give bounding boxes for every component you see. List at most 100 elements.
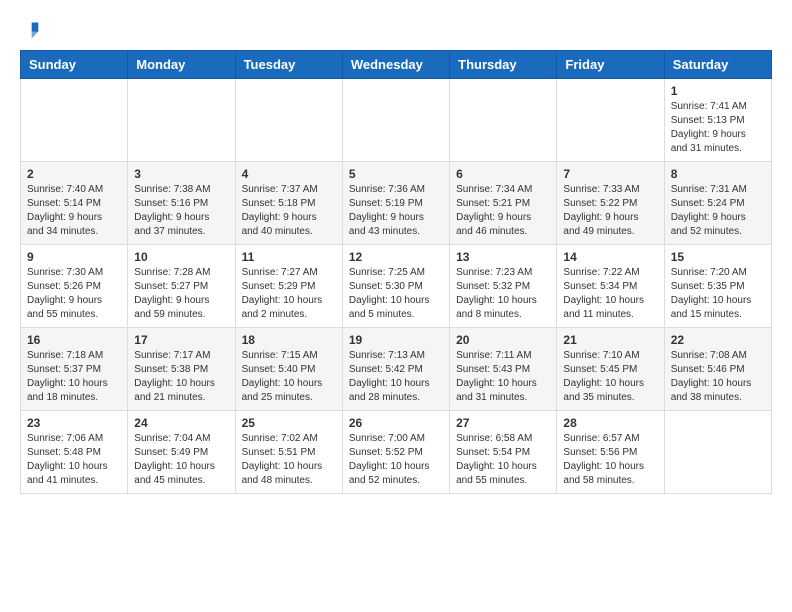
calendar-cell: 13 Sunrise: 7:23 AM Sunset: 5:32 PM Dayli… <box>450 245 557 328</box>
day-info: Sunrise: 7:18 AM Sunset: 5:37 PM Dayligh… <box>27 349 121 405</box>
day-info: Sunrise: 7:41 AM Sunset: 5:13 PM Dayligh… <box>671 100 765 156</box>
day-number: 11 <box>242 250 336 264</box>
calendar-cell: 11 Sunrise: 7:27 AM Sunset: 5:29 PM Dayli… <box>235 245 342 328</box>
day-info: Sunrise: 6:57 AM Sunset: 5:56 PM Dayligh… <box>563 432 657 488</box>
day-of-week-header: Thursday <box>450 51 557 79</box>
day-info: Sunrise: 7:08 AM Sunset: 5:46 PM Dayligh… <box>671 349 765 405</box>
day-info: Sunrise: 7:38 AM Sunset: 5:16 PM Dayligh… <box>134 183 228 239</box>
day-info: Sunrise: 7:10 AM Sunset: 5:45 PM Dayligh… <box>563 349 657 405</box>
day-info: Sunrise: 7:00 AM Sunset: 5:52 PM Dayligh… <box>349 432 443 488</box>
day-of-week-header: Saturday <box>664 51 771 79</box>
calendar-cell: 1 Sunrise: 7:41 AM Sunset: 5:13 PM Daylig… <box>664 79 771 162</box>
calendar-cell: 18Sunrise: 7:15 AM Sunset: 5:40 PM Dayli… <box>235 328 342 411</box>
calendar-cell: 20Sunrise: 7:11 AM Sunset: 5:43 PM Dayli… <box>450 328 557 411</box>
day-info: Sunrise: 7:22 AM Sunset: 5:34 PM Dayligh… <box>563 266 657 322</box>
day-number: 15 <box>671 250 765 264</box>
calendar-cell <box>450 79 557 162</box>
day-info: Sunrise: 7:25 AM Sunset: 5:30 PM Dayligh… <box>349 266 443 322</box>
day-number: 21 <box>563 333 657 347</box>
day-number: 20 <box>456 333 550 347</box>
calendar-cell: 7 Sunrise: 7:33 AM Sunset: 5:22 PM Daylig… <box>557 162 664 245</box>
day-number: 5 <box>349 167 443 181</box>
calendar-cell: 5 Sunrise: 7:36 AM Sunset: 5:19 PM Daylig… <box>342 162 449 245</box>
calendar-cell: 19 Sunrise: 7:13 AM Sunset: 5:42 PM Dayli… <box>342 328 449 411</box>
calendar-cell: 14 Sunrise: 7:22 AM Sunset: 5:34 PM Dayli… <box>557 245 664 328</box>
calendar-cell <box>342 79 449 162</box>
calendar-cell: 28 Sunrise: 6:57 AM Sunset: 5:56 PM Dayli… <box>557 411 664 494</box>
day-number: 17 <box>134 333 228 347</box>
calendar-cell <box>557 79 664 162</box>
day-number: 13 <box>456 250 550 264</box>
day-info: Sunrise: 6:58 AM Sunset: 5:54 PM Dayligh… <box>456 432 550 488</box>
calendar-cell: 15 Sunrise: 7:20 AM Sunset: 5:35 PM Dayli… <box>664 245 771 328</box>
day-number: 6 <box>456 167 550 181</box>
day-info: Sunrise: 7:36 AM Sunset: 5:19 PM Dayligh… <box>349 183 443 239</box>
day-info: Sunrise: 7:27 AM Sunset: 5:29 PM Dayligh… <box>242 266 336 322</box>
logo-icon <box>20 20 40 40</box>
calendar-week-row: 1 Sunrise: 7:41 AM Sunset: 5:13 PM Daylig… <box>21 79 772 162</box>
calendar-cell: 23 Sunrise: 7:06 AM Sunset: 5:48 PM Dayli… <box>21 411 128 494</box>
calendar-header-row: SundayMondayTuesdayWednesdayThursdayFrid… <box>21 51 772 79</box>
day-of-week-header: Wednesday <box>342 51 449 79</box>
day-info: Sunrise: 7:37 AM Sunset: 5:18 PM Dayligh… <box>242 183 336 239</box>
calendar-cell: 8 Sunrise: 7:31 AM Sunset: 5:24 PM Daylig… <box>664 162 771 245</box>
day-of-week-header: Monday <box>128 51 235 79</box>
day-info: Sunrise: 7:13 AM Sunset: 5:42 PM Dayligh… <box>349 349 443 405</box>
day-info: Sunrise: 7:30 AM Sunset: 5:26 PM Dayligh… <box>27 266 121 322</box>
calendar-cell: 24 Sunrise: 7:04 AM Sunset: 5:49 PM Dayli… <box>128 411 235 494</box>
calendar-cell: 12 Sunrise: 7:25 AM Sunset: 5:30 PM Dayli… <box>342 245 449 328</box>
day-number: 12 <box>349 250 443 264</box>
calendar-cell: 25 Sunrise: 7:02 AM Sunset: 5:51 PM Dayli… <box>235 411 342 494</box>
page-header <box>20 20 772 40</box>
day-number: 16 <box>27 333 121 347</box>
day-number: 27 <box>456 416 550 430</box>
day-of-week-header: Sunday <box>21 51 128 79</box>
calendar-cell: 16 Sunrise: 7:18 AM Sunset: 5:37 PM Dayli… <box>21 328 128 411</box>
calendar-cell: 22 Sunrise: 7:08 AM Sunset: 5:46 PM Dayli… <box>664 328 771 411</box>
day-number: 8 <box>671 167 765 181</box>
day-info: Sunrise: 7:33 AM Sunset: 5:22 PM Dayligh… <box>563 183 657 239</box>
day-info: Sunrise: 7:06 AM Sunset: 5:48 PM Dayligh… <box>27 432 121 488</box>
day-number: 1 <box>671 84 765 98</box>
day-info: Sunrise: 7:23 AM Sunset: 5:32 PM Dayligh… <box>456 266 550 322</box>
calendar-cell: 17 Sunrise: 7:17 AM Sunset: 5:38 PM Dayli… <box>128 328 235 411</box>
day-info: Sunrise: 7:17 AM Sunset: 5:38 PM Dayligh… <box>134 349 228 405</box>
calendar-week-row: 16 Sunrise: 7:18 AM Sunset: 5:37 PM Dayli… <box>21 328 772 411</box>
calendar-cell: 9 Sunrise: 7:30 AM Sunset: 5:26 PM Daylig… <box>21 245 128 328</box>
calendar-cell: 10 Sunrise: 7:28 AM Sunset: 5:27 PM Dayli… <box>128 245 235 328</box>
day-info: Sunrise: 7:28 AM Sunset: 5:27 PM Dayligh… <box>134 266 228 322</box>
logo <box>20 20 44 40</box>
calendar-cell: 2 Sunrise: 7:40 AM Sunset: 5:14 PM Daylig… <box>21 162 128 245</box>
day-number: 22 <box>671 333 765 347</box>
day-info: Sunrise: 7:04 AM Sunset: 5:49 PM Dayligh… <box>134 432 228 488</box>
day-of-week-header: Tuesday <box>235 51 342 79</box>
day-info: Sunrise: 7:40 AM Sunset: 5:14 PM Dayligh… <box>27 183 121 239</box>
day-info: Sunrise: 7:20 AM Sunset: 5:35 PM Dayligh… <box>671 266 765 322</box>
day-number: 10 <box>134 250 228 264</box>
day-info: Sunrise: 7:02 AM Sunset: 5:51 PM Dayligh… <box>242 432 336 488</box>
day-number: 24 <box>134 416 228 430</box>
calendar-week-row: 23 Sunrise: 7:06 AM Sunset: 5:48 PM Dayli… <box>21 411 772 494</box>
day-number: 9 <box>27 250 121 264</box>
calendar-week-row: 2 Sunrise: 7:40 AM Sunset: 5:14 PM Daylig… <box>21 162 772 245</box>
calendar-cell: 4 Sunrise: 7:37 AM Sunset: 5:18 PM Daylig… <box>235 162 342 245</box>
calendar-cell: 21 Sunrise: 7:10 AM Sunset: 5:45 PM Dayli… <box>557 328 664 411</box>
day-number: 19 <box>349 333 443 347</box>
calendar-cell <box>664 411 771 494</box>
day-number: 7 <box>563 167 657 181</box>
calendar-cell: 3Sunrise: 7:38 AM Sunset: 5:16 PM Daylig… <box>128 162 235 245</box>
day-number: 14 <box>563 250 657 264</box>
day-info: Sunrise: 7:31 AM Sunset: 5:24 PM Dayligh… <box>671 183 765 239</box>
calendar-cell: 6 Sunrise: 7:34 AM Sunset: 5:21 PM Daylig… <box>450 162 557 245</box>
day-info: Sunrise: 7:34 AM Sunset: 5:21 PM Dayligh… <box>456 183 550 239</box>
day-number: 28 <box>563 416 657 430</box>
calendar-week-row: 9 Sunrise: 7:30 AM Sunset: 5:26 PM Daylig… <box>21 245 772 328</box>
day-number: 2 <box>27 167 121 181</box>
calendar-cell: 27 Sunrise: 6:58 AM Sunset: 5:54 PM Dayli… <box>450 411 557 494</box>
day-number: 25 <box>242 416 336 430</box>
calendar-cell <box>21 79 128 162</box>
day-number: 23 <box>27 416 121 430</box>
day-number: 4 <box>242 167 336 181</box>
calendar-cell: 26Sunrise: 7:00 AM Sunset: 5:52 PM Dayli… <box>342 411 449 494</box>
calendar-cell <box>128 79 235 162</box>
